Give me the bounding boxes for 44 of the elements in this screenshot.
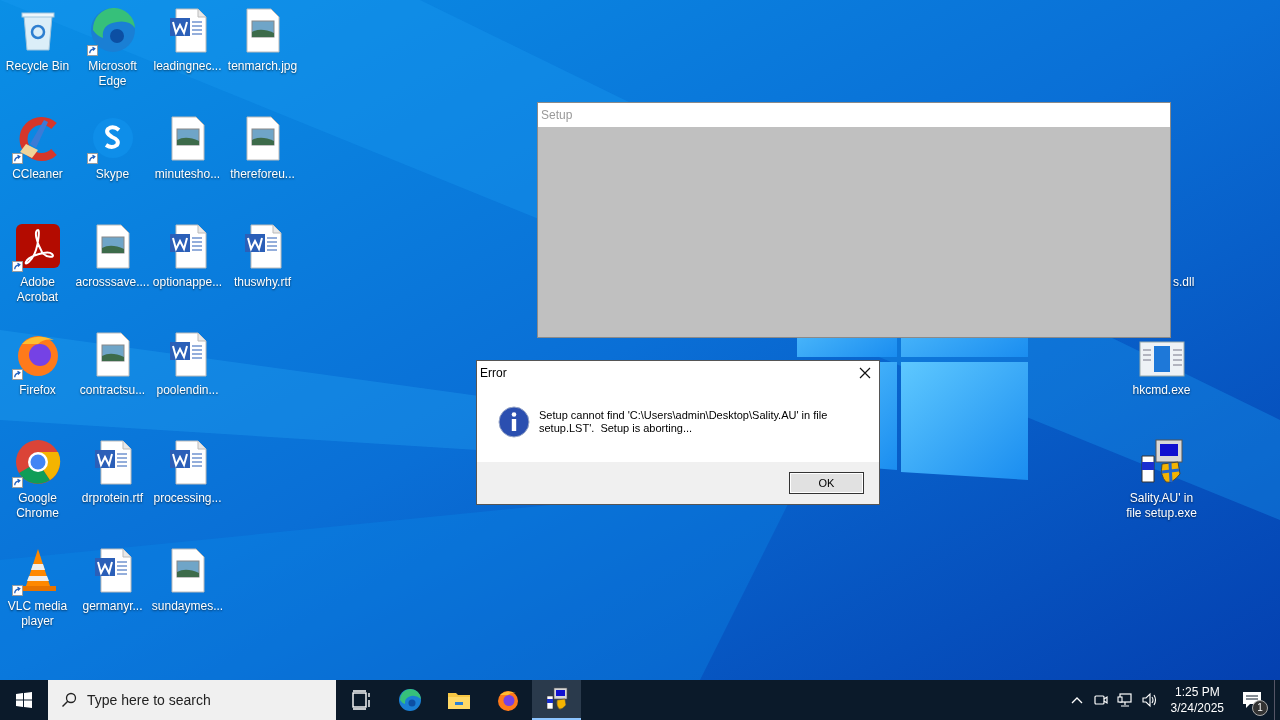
notification-badge: 1 xyxy=(1252,700,1268,716)
icon-label[interactable]: thereforeu... xyxy=(230,167,295,182)
icon-label[interactable]: thuswhy.rtf xyxy=(233,275,292,290)
icon-label[interactable]: Sality.AU' in file setup.exe xyxy=(1124,491,1199,521)
app-icon[interactable] xyxy=(88,6,137,54)
dialog-title: Error xyxy=(480,366,507,380)
icon-label[interactable]: Recycle Bin xyxy=(5,59,70,74)
icon-label[interactable]: Adobe Acrobat xyxy=(0,275,75,305)
icon-label[interactable]: drprotein.rtf xyxy=(81,491,144,506)
icon-label[interactable]: optionappe... xyxy=(152,275,223,290)
icon-label[interactable]: acrosssave.... xyxy=(75,275,150,290)
clock[interactable]: 1:25 PM 3/24/2025 xyxy=(1160,684,1234,716)
icon-label[interactable]: Microsoft Edge xyxy=(75,59,150,89)
icon-label[interactable]: s.dll xyxy=(1173,275,1195,290)
icon-label[interactable]: Firefox xyxy=(19,383,56,398)
info-icon xyxy=(498,405,530,438)
app-icon[interactable] xyxy=(13,438,62,486)
icon-label[interactable]: Google Chrome xyxy=(0,491,75,521)
clock-date: 3/24/2025 xyxy=(1170,700,1224,716)
taskbar-button[interactable] xyxy=(532,680,581,720)
icon-label[interactable]: hkcmd.exe xyxy=(1132,383,1191,398)
icon-label[interactable]: contractsu... xyxy=(79,383,146,398)
app-window-icon[interactable] xyxy=(1137,340,1186,378)
icon-label[interactable]: minutesho... xyxy=(154,167,221,182)
installer-icon xyxy=(544,687,569,711)
clock-time: 1:25 PM xyxy=(1174,684,1220,700)
icon-label[interactable]: Skype xyxy=(95,167,130,182)
window-title: Setup xyxy=(541,108,573,122)
icon-label[interactable]: poolendin... xyxy=(156,383,219,398)
search-icon xyxy=(61,692,77,708)
icon-label[interactable]: leadingnec... xyxy=(153,59,222,74)
close-icon[interactable] xyxy=(859,367,871,379)
icon-label[interactable]: tenmarch.jpg xyxy=(227,59,298,74)
browser-icon xyxy=(397,688,422,712)
ok-button[interactable]: OK xyxy=(789,472,864,494)
error-message: Setup cannot find 'C:\Users\admin\Desktop\Sality.AU' in file setup.LST'. Setup is aborting... xyxy=(539,408,829,435)
icon-label[interactable]: sundaymes... xyxy=(151,599,224,614)
icon-label[interactable]: processing... xyxy=(153,491,222,506)
icon-label[interactable]: CCleaner xyxy=(12,167,63,182)
icon-label[interactable]: VLC media player xyxy=(0,599,75,629)
search-field[interactable]: Type here to search xyxy=(48,680,336,720)
app-icon[interactable] xyxy=(13,222,62,270)
fox-browser-icon xyxy=(495,688,520,712)
icon-label[interactable]: germanyr... xyxy=(82,599,143,614)
